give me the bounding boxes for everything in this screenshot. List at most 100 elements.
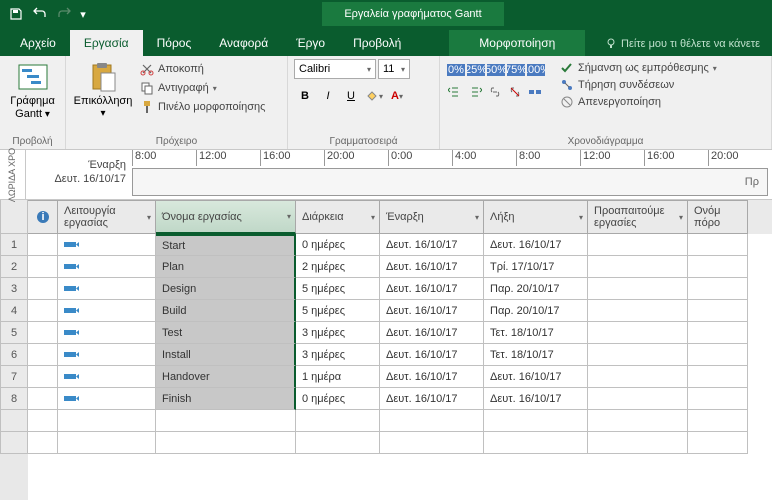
inactivate-button[interactable]: Απενεργοποίηση [560,95,717,109]
respect-links-button[interactable]: Τήρηση συνδέσεων [560,78,717,92]
cell-start[interactable]: Δευτ. 16/10/17 [380,322,484,344]
cell-duration[interactable]: 5 ημέρες [296,300,380,322]
col-task-name[interactable]: Όνομα εργασίας▾ [156,200,296,234]
gantt-chart-button[interactable]: Γράφημα Gantt ▾ [6,59,59,123]
tab-report[interactable]: Αναφορά [205,30,282,56]
cell-empty[interactable] [588,410,688,432]
indent-button[interactable] [466,83,484,101]
cell-empty[interactable] [484,410,588,432]
cell-predecessors[interactable] [588,234,688,256]
cell-finish[interactable]: Τετ. 18/10/17 [484,322,588,344]
row-header[interactable]: 7 [0,366,28,388]
cell-finish[interactable]: Τρί. 17/10/17 [484,256,588,278]
cell-indicators[interactable] [28,344,58,366]
cell-indicators[interactable] [28,234,58,256]
tell-me-search[interactable]: Πείτε μου τι θέλετε να κάνετε [593,32,772,56]
cell-task-mode[interactable] [58,322,156,344]
pct-25-button[interactable]: 25% [466,61,486,79]
undo-button[interactable] [28,2,52,26]
cell-start[interactable]: Δευτ. 16/10/17 [380,278,484,300]
cell-indicators[interactable] [28,322,58,344]
cell-finish[interactable]: Δευτ. 16/10/17 [484,366,588,388]
cell-task-mode[interactable] [58,344,156,366]
cell-finish[interactable]: Παρ. 20/10/17 [484,278,588,300]
cell-empty[interactable] [58,432,156,454]
cell-empty[interactable] [380,432,484,454]
split-task-button[interactable] [526,83,544,101]
cell-start[interactable]: Δευτ. 16/10/17 [380,344,484,366]
qat-customize-button[interactable]: ▾ [76,2,90,26]
cell-start[interactable]: Δευτ. 16/10/17 [380,234,484,256]
cell-task-mode[interactable] [58,300,156,322]
cell-indicators[interactable] [28,300,58,322]
cell-duration[interactable]: 3 ημέρες [296,322,380,344]
cell-start[interactable]: Δευτ. 16/10/17 [380,366,484,388]
cut-button[interactable]: Αποκοπή [138,61,267,77]
row-header[interactable]: 8 [0,388,28,410]
cell-task-name[interactable]: Plan [156,256,296,278]
cell-empty[interactable] [484,432,588,454]
cell-task-name[interactable]: Start [156,234,296,256]
cell-task-mode[interactable] [58,256,156,278]
cell-empty[interactable] [296,410,380,432]
cell-start[interactable]: Δευτ. 16/10/17 [380,300,484,322]
cell-empty[interactable] [688,432,748,454]
cell-resources[interactable] [688,234,748,256]
cell-empty[interactable] [588,432,688,454]
pct-100-button[interactable]: 100% [526,61,546,79]
cell-empty[interactable] [380,410,484,432]
cell-resources[interactable] [688,278,748,300]
cell-resources[interactable] [688,256,748,278]
row-header[interactable] [0,432,28,454]
link-button[interactable] [486,83,504,101]
timeline-body[interactable]: 8:0012:0016:0020:000:004:008:0012:0016:0… [132,150,772,199]
row-header[interactable]: 2 [0,256,28,278]
cell-resources[interactable] [688,300,748,322]
cell-start[interactable]: Δευτ. 16/10/17 [380,388,484,410]
row-header[interactable] [0,410,28,432]
col-predecessors[interactable]: Προαπαιτούμε εργασίες▾ [588,200,688,234]
cell-task-name[interactable]: Finish [156,388,296,410]
paste-button[interactable]: Επικόλληση▾ [72,59,134,122]
cell-predecessors[interactable] [588,300,688,322]
mark-on-track-button[interactable]: Σήμανση ως εμπρόθεσμης ▾ [560,61,717,75]
cell-finish[interactable]: Τετ. 18/10/17 [484,344,588,366]
cell-resources[interactable] [688,322,748,344]
cell-empty[interactable] [28,432,58,454]
tab-resource[interactable]: Πόρος [143,30,206,56]
cell-empty[interactable] [296,432,380,454]
cell-empty[interactable] [156,432,296,454]
pct-50-button[interactable]: 50% [486,61,506,79]
cell-predecessors[interactable] [588,256,688,278]
col-resources[interactable]: Ονόμ πόρο [688,200,748,234]
pct-75-button[interactable]: 75% [506,61,526,79]
fill-color-button[interactable]: ▾ [363,85,385,107]
underline-button[interactable]: U [340,85,362,107]
cell-duration[interactable]: 1 ημέρα [296,366,380,388]
cell-indicators[interactable] [28,256,58,278]
col-start[interactable]: Έναρξη▾ [380,200,484,234]
cell-task-mode[interactable] [58,388,156,410]
tab-format[interactable]: Μορφοποίηση [449,30,585,56]
cell-duration[interactable]: 3 ημέρες [296,344,380,366]
row-header[interactable]: 3 [0,278,28,300]
bold-button[interactable]: B [294,85,316,107]
col-duration[interactable]: Διάρκεια▾ [296,200,380,234]
tab-task[interactable]: Εργασία [70,30,143,56]
cell-task-name[interactable]: Design [156,278,296,300]
cell-empty[interactable] [156,410,296,432]
cell-duration[interactable]: 0 ημέρες [296,388,380,410]
pct-0-button[interactable]: 0% [446,61,466,79]
cell-empty[interactable] [58,410,156,432]
cell-task-mode[interactable] [58,366,156,388]
cell-indicators[interactable] [28,366,58,388]
cell-task-name[interactable]: Handover [156,366,296,388]
outdent-button[interactable] [446,83,464,101]
cell-resources[interactable] [688,388,748,410]
row-header[interactable]: 6 [0,344,28,366]
cell-task-mode[interactable] [58,278,156,300]
cell-empty[interactable] [688,410,748,432]
redo-button[interactable] [52,2,76,26]
cell-task-name[interactable]: Test [156,322,296,344]
cell-resources[interactable] [688,366,748,388]
